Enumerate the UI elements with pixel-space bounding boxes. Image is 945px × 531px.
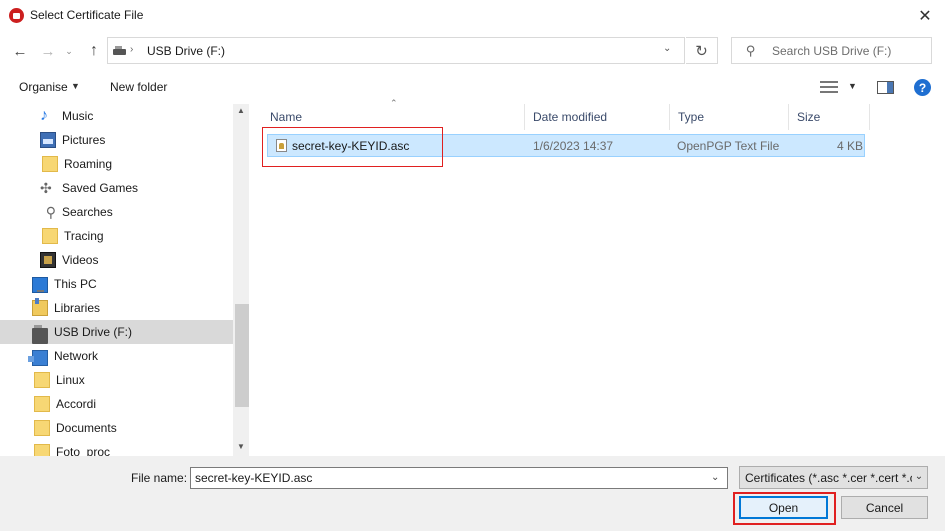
nav-item[interactable]: Videos xyxy=(0,248,233,272)
nav-item[interactable]: USB Drive (F:) xyxy=(0,320,233,344)
chevron-down-icon[interactable]: ▼ xyxy=(233,442,249,454)
folder-icon xyxy=(34,396,50,412)
nav-item[interactable]: Libraries xyxy=(0,296,233,320)
forward-button[interactable]: → xyxy=(37,40,59,62)
search-icon: ⚲ xyxy=(746,43,756,58)
arrow-right-icon: → xyxy=(40,42,56,60)
up-button[interactable]: ↑ xyxy=(83,40,105,62)
file-type-filter-value: Certificates (*.asc *.cer *.cert *.c xyxy=(745,471,916,485)
nav-item[interactable]: This PC xyxy=(0,272,233,296)
nav-item-label: Saved Games xyxy=(62,181,139,195)
saved-games-icon: ✣ xyxy=(40,180,52,196)
nav-item[interactable]: Tracing xyxy=(0,224,233,248)
nav-item-label: Accordi xyxy=(56,397,97,411)
nav-item-label: Searches xyxy=(62,205,113,219)
chevron-down-icon: ⌄ xyxy=(65,45,73,56)
file-name-label: File name: xyxy=(131,471,188,485)
window-title: Select Certificate File xyxy=(30,8,144,22)
chevron-down-icon[interactable]: ⌄ xyxy=(711,472,719,483)
caret-down-icon[interactable]: ▼ xyxy=(71,81,80,91)
file-type-cell: OpenPGP Text File xyxy=(677,138,780,153)
file-size-cell: 4 KB xyxy=(836,138,863,153)
sort-ascending-icon: ⌃ xyxy=(390,98,398,108)
chevron-up-icon[interactable]: ▲ xyxy=(233,106,249,118)
music-icon: ♪ xyxy=(40,107,48,124)
nav-item[interactable]: ⚲ Searches xyxy=(0,200,233,224)
file-name-value[interactable]: secret-key-KEYID.asc xyxy=(195,471,312,485)
navigation-pane: ♪ Music Pictures Roaming ✣ Saved Games ⚲ Search… xyxy=(0,104,249,456)
usb-drive-icon xyxy=(32,325,48,344)
nav-item-label: Pictures xyxy=(62,133,106,147)
nav-scrollbar[interactable]: ▲ ▼ xyxy=(233,104,249,456)
folder-icon xyxy=(34,420,50,436)
dialog-footer: File name: secret-key-KEYID.asc ⌄ Certif… xyxy=(0,456,945,531)
file-name-input[interactable]: secret-key-KEYID.asc ⌄ xyxy=(190,467,728,489)
nav-item[interactable]: ✣ Saved Games xyxy=(0,176,233,200)
nav-item[interactable]: Network xyxy=(0,344,233,368)
this-pc-icon xyxy=(32,277,48,293)
nav-item-label: Foto_proc xyxy=(56,445,111,456)
nav-item[interactable]: Pictures xyxy=(0,128,233,152)
refresh-icon: ↻ xyxy=(695,42,708,60)
nav-item-label: Libraries xyxy=(54,301,101,315)
cancel-button[interactable]: Cancel xyxy=(841,496,928,519)
scrollbar-thumb[interactable] xyxy=(235,304,249,407)
column-type[interactable]: Type xyxy=(670,104,789,130)
nav-item[interactable]: Accordi xyxy=(0,392,233,416)
nav-item-label: USB Drive (F:) xyxy=(54,325,132,339)
libraries-icon xyxy=(32,298,48,316)
nav-item[interactable]: ♪ Music xyxy=(0,104,233,128)
nav-item-label: Roaming xyxy=(64,157,113,171)
nav-item[interactable]: Roaming xyxy=(0,152,233,176)
column-date-modified[interactable]: Date modified xyxy=(525,104,670,130)
preview-pane-icon[interactable] xyxy=(877,81,894,94)
searches-icon: ⚲ xyxy=(45,204,56,220)
app-icon xyxy=(9,8,24,23)
arrow-left-icon: ← xyxy=(12,42,28,60)
search-input[interactable]: ⚲ Search USB Drive (F:) xyxy=(731,37,932,64)
file-type-filter[interactable]: Certificates (*.asc *.cer *.cert *.c ⌄ xyxy=(739,466,928,489)
refresh-button[interactable]: ↻ xyxy=(686,37,718,64)
new-folder-button[interactable]: New folder xyxy=(110,80,167,94)
nav-item-label: Linux xyxy=(56,373,85,387)
close-button[interactable]: ✕ xyxy=(905,0,945,31)
nav-item-label: This PC xyxy=(54,277,97,291)
videos-icon xyxy=(40,252,56,268)
pictures-icon xyxy=(40,132,56,148)
help-icon[interactable]: ? xyxy=(914,79,931,96)
nav-item[interactable]: Documents xyxy=(0,416,233,440)
breadcrumb-path[interactable]: USB Drive (F:) xyxy=(147,44,225,58)
breadcrumb-separator-icon[interactable]: › xyxy=(130,44,133,55)
file-date-cell: 1/6/2023 14:37 xyxy=(533,138,614,153)
annotation-highlight-box xyxy=(733,492,836,525)
organise-button[interactable]: Organise xyxy=(19,80,68,94)
nav-item-label: Tracing xyxy=(64,229,104,243)
nav-item-label: Music xyxy=(62,109,94,123)
views-icon[interactable] xyxy=(820,80,838,94)
usb-drive-icon xyxy=(113,46,126,55)
recent-locations-button[interactable]: ⌄ xyxy=(62,40,76,62)
title-bar: Select Certificate File ✕ xyxy=(0,0,945,31)
back-button[interactable]: ← xyxy=(9,40,31,62)
nav-item[interactable]: Foto_proc xyxy=(0,440,233,456)
nav-item[interactable]: Linux xyxy=(0,368,233,392)
command-bar: Organise ▼ New folder ▼ ? xyxy=(0,73,945,103)
annotation-highlight-box xyxy=(262,127,443,167)
nav-item-label: Documents xyxy=(56,421,117,435)
search-placeholder: Search USB Drive (F:) xyxy=(772,44,892,58)
folder-icon xyxy=(42,156,58,172)
close-icon: ✕ xyxy=(918,7,932,25)
caret-down-icon[interactable]: ▼ xyxy=(848,81,857,91)
folder-icon xyxy=(34,444,50,456)
nav-item-label: Videos xyxy=(62,253,99,267)
arrow-up-icon: ↑ xyxy=(90,42,98,59)
address-bar[interactable]: › USB Drive (F:) ⌄ xyxy=(107,37,685,64)
chevron-down-icon[interactable]: ⌄ xyxy=(912,471,926,482)
nav-item-label: Network xyxy=(54,349,99,363)
column-size[interactable]: Size xyxy=(789,104,870,130)
chevron-down-icon[interactable]: ⌄ xyxy=(663,43,671,54)
network-icon xyxy=(28,349,48,366)
folder-icon xyxy=(34,372,50,388)
folder-icon xyxy=(42,228,58,244)
